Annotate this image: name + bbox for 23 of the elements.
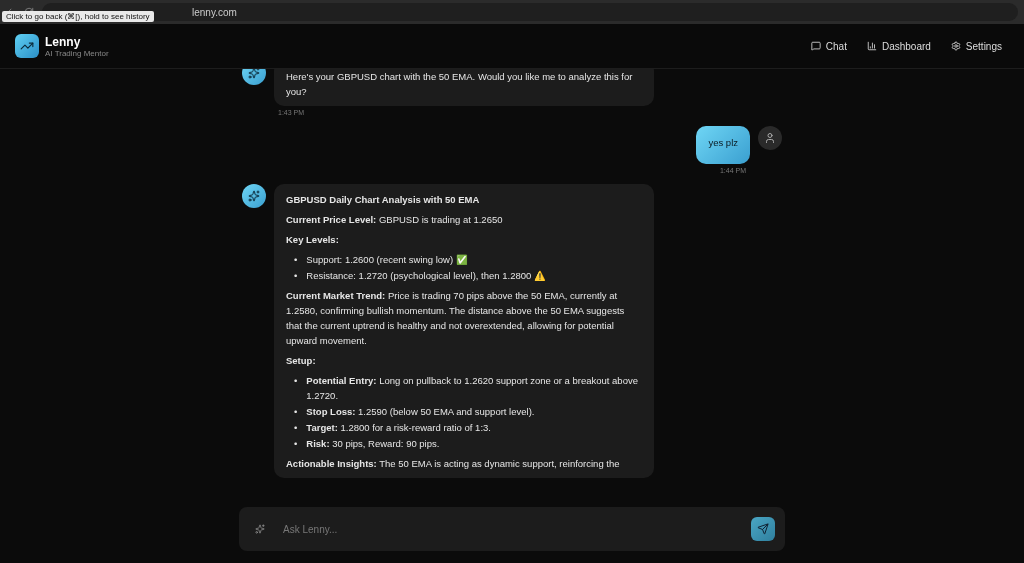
bullet: • [294, 437, 298, 451]
message-text: Here's your GBPUSD chart with the 50 EMA. Would you like me to analyze this for you? [286, 70, 634, 99]
message-heading: Key Levels: [286, 233, 340, 247]
message-text: Actionable Insights: The 50 EMA is acting as dynamic support, reinforcing the [286, 457, 621, 471]
list-item: Target: 1.2800 for a risk-reward ratio of 1:3. [306, 421, 491, 435]
list-item: Support: 1.2600 (recent swing low) ✅ [306, 253, 468, 267]
bullet: • [294, 269, 298, 283]
tooltip: Click to go back (⌘[), hold to see history [2, 11, 154, 22]
message-heading: GBPUSD Daily Chart Analysis with 50 EMA [286, 193, 481, 207]
message-text: Current Price Level: GBPUSD is trading at 1.2650 [286, 213, 504, 227]
app-title: Lenny [45, 34, 82, 49]
message-text: Current Market Trend: Price is trading 70 pips above the 50 EMA, currently at 1.2580, confirming bullish momentum. The distance above the 50 EMA suggests that the current uptrend is healthy and not overextended, allowing for potential upward movement. [286, 289, 626, 348]
bullet: • [294, 374, 298, 388]
bullet: • [294, 253, 298, 267]
list-item: Potential Entry: Long on pullback to 1.2620 support zone or a breakout above 1.2720. [306, 374, 639, 403]
message-heading: Setup: [286, 354, 317, 368]
bullet: • [294, 421, 298, 435]
list-item: Risk: 30 pips, Reward: 90 pips. [306, 437, 440, 451]
app-subtitle: AI Trading Mentor [45, 48, 109, 58]
bullet: • [294, 405, 298, 419]
list-item: Resistance: 1.2720 (psychological level), then 1.2800 ⚠ [306, 269, 546, 283]
list-item: Stop Loss: 1.2590 (below 50 EMA and support level). [306, 405, 535, 419]
message-text: yes plz [708, 136, 738, 150]
